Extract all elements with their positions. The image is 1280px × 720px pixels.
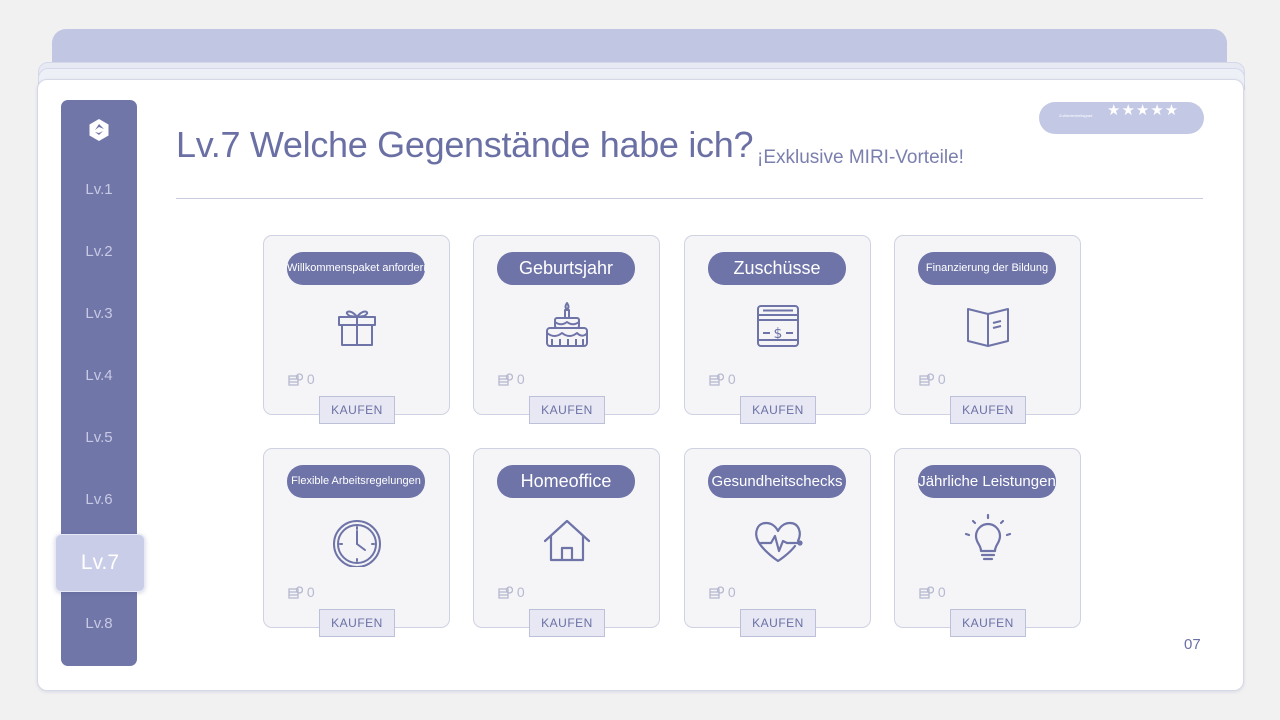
owned-count-value: 0	[306, 371, 315, 387]
item-card: Finanzierung der Bildung 0 KAUFEN	[894, 235, 1081, 424]
birthday-cake-icon	[540, 300, 594, 354]
owned-count-value: 0	[516, 584, 525, 600]
sidebar-item-lv4[interactable]: Lv.4	[61, 362, 137, 390]
buy-button[interactable]: KAUFEN	[740, 396, 816, 424]
coins-icon	[919, 373, 935, 386]
page-subtitle: ¡Exklusive MIRI-Vorteile!	[757, 147, 964, 168]
buy-button[interactable]: KAUFEN	[950, 609, 1026, 637]
owned-count-value: 0	[727, 371, 736, 387]
owned-count-value: 0	[727, 584, 736, 600]
lightbulb-icon	[961, 513, 1015, 567]
owned-count-value: 0	[516, 371, 525, 387]
item-title: Gesundheitschecks	[708, 465, 846, 498]
satisfaction-rating: Zufriedenheitsgrad ★★★★★	[1039, 102, 1204, 134]
item-title: Zuschüsse	[708, 252, 846, 285]
page-title: Lv.7 Welche Gegenstände habe ich?	[176, 124, 754, 165]
owned-count-value: 0	[937, 584, 946, 600]
coins-icon	[288, 586, 304, 599]
gift-icon	[330, 300, 384, 354]
item-card: Geburtsjahr 0 KAUFEN	[473, 235, 660, 424]
owned-count: 0	[709, 584, 736, 600]
owned-count-value: 0	[937, 371, 946, 387]
owned-count: 0	[919, 584, 946, 600]
rating-label: Zufriedenheitsgrad	[1059, 113, 1093, 118]
coins-icon	[498, 373, 514, 386]
coins-icon	[709, 373, 725, 386]
hexagon-logo-icon[interactable]	[87, 118, 111, 142]
item-title: Geburtsjahr	[497, 252, 635, 285]
book-icon	[961, 300, 1015, 354]
star-rating-icon: ★★★★★	[1107, 102, 1180, 119]
item-title: Willkommenspaket anfordern	[287, 252, 425, 285]
sidebar-item-lv2[interactable]: Lv.2	[61, 238, 137, 266]
owned-count: 0	[288, 371, 315, 387]
item-card: Gesundheitschecks 0 KAUFEN	[684, 448, 871, 637]
sidebar-item-lv1[interactable]: Lv.1	[61, 176, 137, 204]
coins-icon	[709, 586, 725, 599]
coins-icon	[498, 586, 514, 599]
item-title: Finanzierung der Bildung	[918, 252, 1056, 285]
sidebar-item-lv7-active[interactable]: Lv.7	[55, 534, 145, 592]
owned-count: 0	[919, 371, 946, 387]
heartbeat-icon	[751, 513, 805, 567]
owned-count: 0	[498, 371, 525, 387]
item-card: Jährliche Leistungen 0 KAUFEN	[894, 448, 1081, 637]
item-title: Jährliche Leistungen	[918, 465, 1056, 498]
buy-button[interactable]: KAUFEN	[319, 396, 395, 424]
sidebar-item-lv8[interactable]: Lv.8	[61, 610, 137, 638]
house-icon	[540, 513, 594, 567]
buy-button[interactable]: KAUFEN	[529, 396, 605, 424]
page-number: 07	[1184, 636, 1201, 653]
item-card: Homeoffice 0 KAUFEN	[473, 448, 660, 637]
buy-button[interactable]: KAUFEN	[950, 396, 1026, 424]
buy-button[interactable]: KAUFEN	[529, 609, 605, 637]
title-divider	[176, 198, 1203, 199]
owned-count: 0	[709, 371, 736, 387]
item-title: Homeoffice	[497, 465, 635, 498]
item-card: Willkommenspaket anfordern 0 KAUFEN	[263, 235, 450, 424]
coins-icon	[288, 373, 304, 386]
owned-count-value: 0	[306, 584, 315, 600]
item-card: Zuschüsse $ 0 KAUFEN	[684, 235, 871, 424]
cash-register-icon: $	[751, 300, 805, 354]
buy-button[interactable]: KAUFEN	[740, 609, 816, 637]
owned-count: 0	[288, 584, 315, 600]
clock-icon	[330, 513, 384, 568]
item-card: Flexible Arbeitsregelungen 0 KAUFEN	[263, 448, 450, 637]
item-title: Flexible Arbeitsregelungen	[287, 465, 425, 498]
sidebar-item-lv5[interactable]: Lv.5	[61, 424, 137, 452]
coins-icon	[919, 586, 935, 599]
sidebar-item-lv3[interactable]: Lv.3	[61, 300, 137, 328]
owned-count: 0	[498, 584, 525, 600]
buy-button[interactable]: KAUFEN	[319, 609, 395, 637]
sidebar-item-lv6[interactable]: Lv.6	[61, 486, 137, 514]
